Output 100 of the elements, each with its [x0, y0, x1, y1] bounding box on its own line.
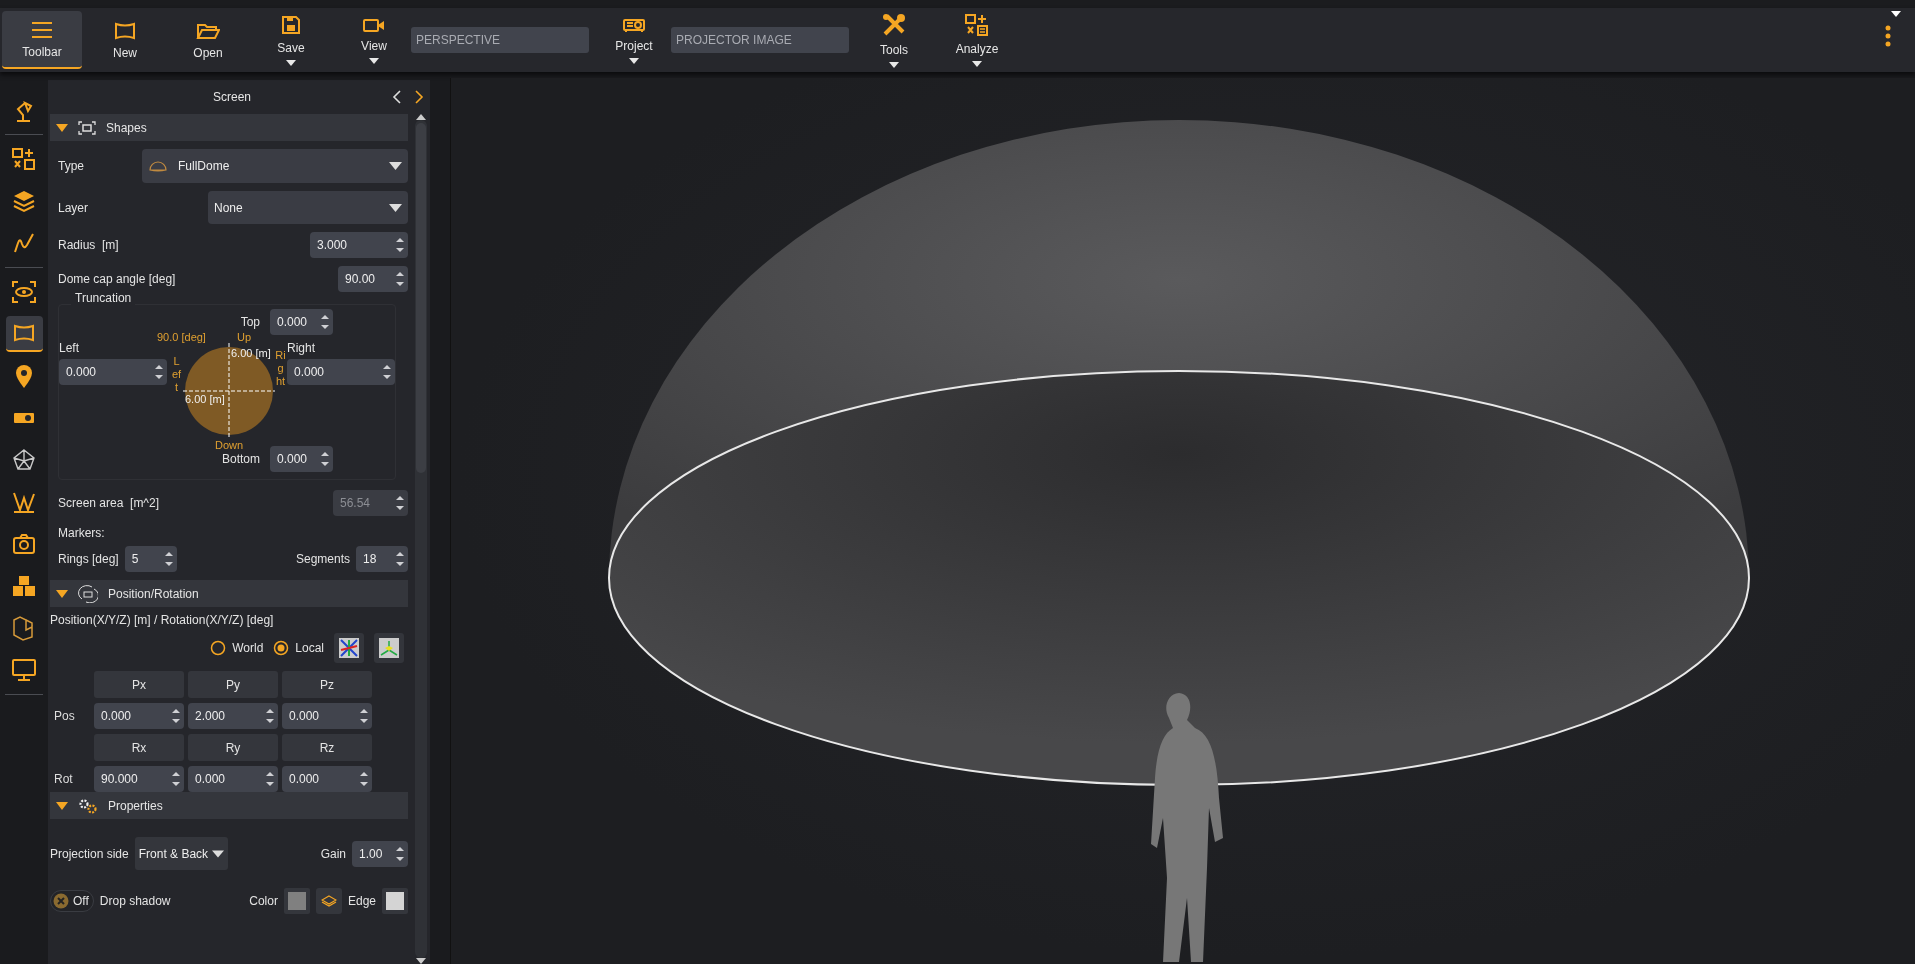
left-label: Left [171, 355, 182, 395]
section-header[interactable]: Properties [50, 792, 408, 819]
frame-icon [78, 120, 96, 135]
spin-arrows-icon[interactable] [266, 708, 274, 724]
right-label: Right [275, 349, 286, 389]
light-rays-icon [12, 490, 36, 514]
spin-arrows-icon[interactable] [164, 551, 173, 567]
layer-dropdown[interactable]: None [208, 191, 408, 224]
dome-icon [148, 160, 168, 172]
angle-label: 90.0 [deg] [157, 331, 206, 343]
radio-button[interactable]: Local [273, 640, 324, 656]
sidebar-tool-button[interactable] [5, 316, 43, 352]
projector-icon [622, 16, 646, 34]
caret-icon [389, 203, 402, 212]
toolbar-button[interactable]: Save [251, 11, 331, 69]
display-field[interactable]: PROJECTOR IMAGE [671, 27, 849, 53]
section-header[interactable]: Shapes [50, 114, 408, 141]
spin-arrows-icon[interactable] [396, 551, 404, 567]
spin-arrows-icon[interactable] [360, 771, 368, 787]
field-label: Markers: [58, 526, 105, 540]
type-dropdown[interactable]: FullDome [142, 149, 408, 183]
number-field[interactable]: 0.000 [282, 703, 372, 729]
number-field[interactable]: 0.000 [270, 309, 333, 335]
field-label: Right [287, 341, 316, 355]
tools-icon [881, 12, 907, 38]
toolbar-button[interactable]: Analyze [937, 11, 1017, 69]
number-field[interactable]: 18 [356, 546, 408, 572]
column-header: Rx [94, 734, 184, 761]
toolbar-button[interactable]: Tools [854, 11, 934, 69]
number-field[interactable]: 0.000 [282, 766, 372, 792]
toolbar-button[interactable]: View [334, 11, 414, 69]
field-label: Layer [58, 200, 89, 215]
color-swatch[interactable] [382, 888, 408, 914]
number-field[interactable]: 90.000 [94, 766, 184, 792]
number-field[interactable]: 0.000 [287, 359, 395, 385]
number-field[interactable]: 0.000 [59, 359, 167, 385]
calculator-icon [12, 147, 36, 171]
toolbar-button[interactable]: Toolbar [2, 11, 82, 69]
field-label: Left [59, 341, 80, 355]
screen-frame-icon [12, 323, 36, 343]
menu-icon [30, 19, 54, 40]
field-label: Projection side [50, 846, 129, 861]
chevron-left-icon [392, 90, 402, 104]
number-field[interactable]: 90.00 [338, 266, 408, 292]
number-field[interactable]: 3.000 [310, 232, 408, 258]
spin-arrows-icon[interactable] [172, 708, 180, 724]
column-header: Px [94, 671, 184, 698]
spin-arrows-icon[interactable] [396, 271, 404, 287]
axes-icon [339, 638, 359, 658]
field-label: Edge [347, 894, 376, 908]
caret-icon [389, 162, 402, 170]
rotate-3d-icon [78, 584, 98, 603]
camera-icon [12, 533, 36, 555]
scrollbar[interactable] [415, 120, 427, 958]
field-label: Segments [295, 552, 350, 566]
number-field[interactable]: 5 [124, 546, 177, 572]
caption: Position(X/Y/Z) [m] / Rotation(X/Y/Z) [deg] [50, 613, 275, 627]
toolbar-button[interactable]: New [85, 11, 165, 69]
number-field[interactable]: 0.000 [270, 446, 333, 472]
map-pin-icon [14, 363, 34, 389]
toolbar-button[interactable]: Open [168, 11, 248, 69]
spin-arrows-icon[interactable] [383, 364, 391, 380]
projection-dropdown[interactable]: Front & Back [134, 837, 229, 870]
field-label: Color [249, 894, 278, 908]
spin-arrows-icon[interactable] [321, 314, 329, 330]
field-label: Type [58, 159, 84, 173]
up-label: Up [237, 331, 252, 343]
caret-icon [1891, 11, 1901, 17]
monitor-icon [11, 658, 37, 682]
toolbar-button[interactable]: Project [594, 11, 674, 69]
group-title: Truncation [71, 291, 136, 305]
panel-title: Screen [212, 90, 252, 104]
number-field[interactable]: 0.000 [94, 703, 184, 729]
number-field[interactable]: 2.000 [188, 703, 278, 729]
gizmo-button[interactable] [374, 633, 404, 663]
display-field[interactable]: PERSPECTIVE [411, 27, 589, 53]
number-field[interactable]: 1.00 [352, 840, 408, 867]
layers-button[interactable] [315, 888, 342, 914]
field-label: Top [240, 315, 260, 329]
spin-arrows-icon[interactable] [321, 451, 329, 467]
save-icon [280, 14, 302, 36]
chevron-right-icon [414, 90, 424, 104]
gizmo-button[interactable] [334, 633, 364, 663]
cube-axes-icon [379, 638, 399, 658]
spin-arrows-icon[interactable] [172, 771, 180, 787]
spin-arrows-icon[interactable] [266, 771, 274, 787]
spin-arrows-icon[interactable] [396, 237, 404, 253]
spin-arrows-icon[interactable] [155, 364, 163, 380]
spin-arrows-icon[interactable] [396, 845, 404, 862]
x-circle-icon [53, 893, 69, 909]
color-swatch[interactable] [283, 888, 310, 914]
field-label: Rings [deg] [58, 552, 119, 566]
spin-arrows-icon[interactable] [360, 708, 368, 724]
curve-icon [12, 231, 36, 255]
number-field[interactable]: 0.000 [188, 766, 278, 792]
radio-button[interactable]: World [210, 640, 264, 656]
toggle-switch[interactable]: Off [50, 890, 94, 912]
boxes-icon [11, 574, 37, 598]
field-label: Screen area [m^2] [58, 496, 159, 510]
section-header[interactable]: Position/Rotation [50, 580, 408, 607]
